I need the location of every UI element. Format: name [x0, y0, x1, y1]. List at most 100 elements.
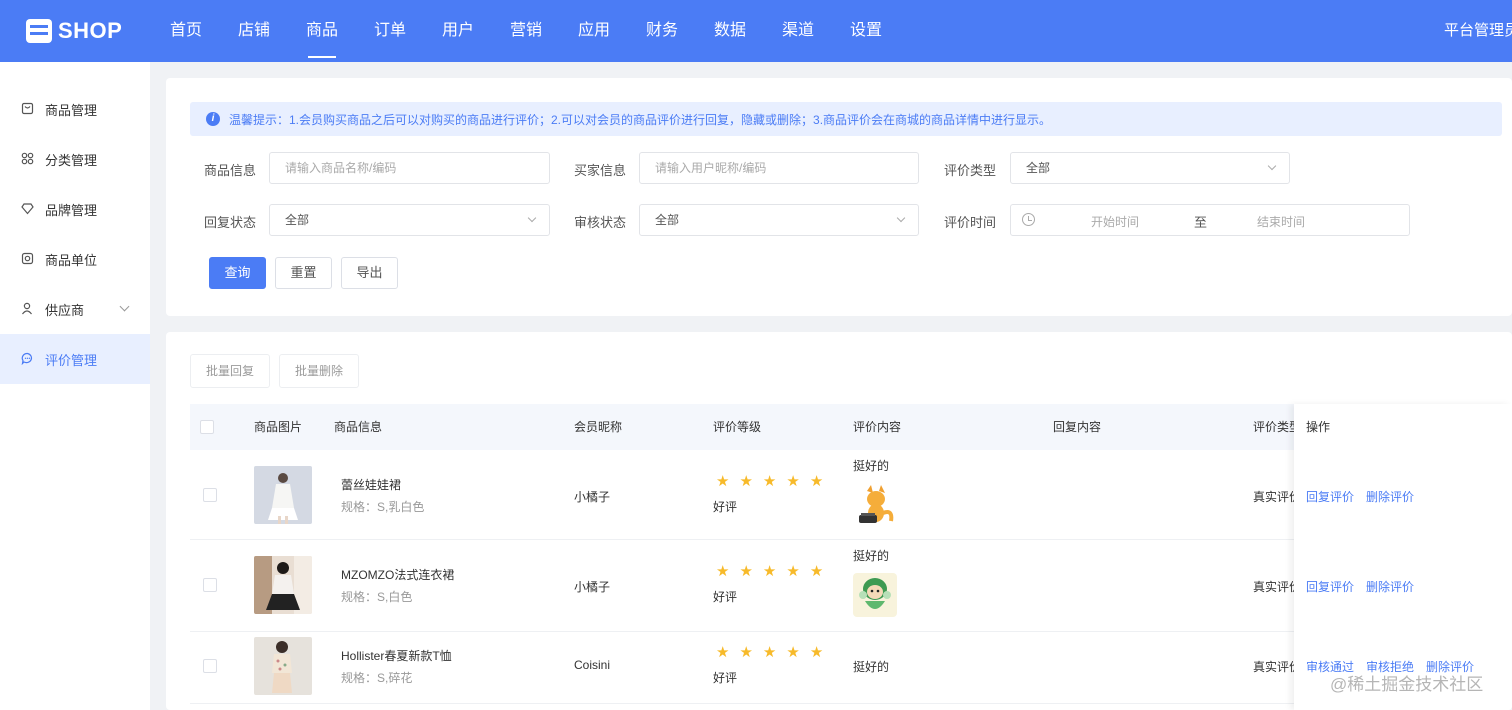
chat-icon	[20, 352, 34, 366]
sidebar-item-label: 品牌管理	[45, 202, 98, 218]
row-checkbox[interactable]	[203, 578, 217, 592]
main-nav: 首页 店铺 商品 订单 用户 营销 应用 财务 数据 渠道 设置	[152, 0, 900, 62]
sidebar-item-units[interactable]: 商品单位	[0, 234, 150, 284]
reply-review-link[interactable]: 回复评价	[1306, 488, 1354, 505]
row-checkbox[interactable]	[203, 659, 217, 673]
chevron-down-icon	[896, 213, 906, 223]
star-icon: ★	[762, 644, 777, 661]
nav-orders[interactable]: 订单	[356, 0, 424, 62]
reset-button[interactable]: 重置	[275, 257, 332, 289]
shop-logo-icon	[26, 19, 52, 43]
member-nickname: Coisini	[574, 658, 611, 672]
delete-review-link[interactable]: 删除评价	[1366, 488, 1414, 505]
operations-column: 操作 回复评价 删除评价 回复评价 删除评价 审核通过 审核拒绝 删除评价	[1294, 404, 1512, 710]
star-icon: ★	[716, 563, 730, 580]
sidebar-item-reviews[interactable]: 评价管理	[0, 334, 150, 384]
sidebar-item-label: 供应商	[45, 302, 85, 318]
review-list-panel: 批量回复 批量删除 商品图片 商品信息 会员昵称 评价等级 评价内容 回复内容 …	[166, 332, 1512, 710]
nav-home[interactable]: 首页	[152, 0, 220, 62]
tip-text: 温馨提示：1.会员购买商品之后可以对购买的商品进行评价；2.可以对会员的商品评价…	[229, 112, 1052, 127]
buyer-info-input[interactable]: 请输入用户昵称/编码	[639, 152, 919, 184]
nav-settings[interactable]: 设置	[832, 0, 900, 62]
product-name: 蕾丝娃娃裙	[341, 478, 402, 492]
review-content: 挺好的	[853, 459, 890, 473]
end-date-input[interactable]: 结束时间	[1257, 213, 1305, 230]
logo[interactable]: SHOP	[26, 17, 122, 45]
reply-status-select[interactable]: 全部	[269, 204, 550, 236]
user-menu[interactable]: 平台管理员	[1444, 0, 1512, 62]
query-button[interactable]: 查询	[209, 257, 266, 289]
box-icon	[20, 252, 34, 266]
top-header: SHOP 首页 店铺 商品 订单 用户 营销 应用 财务 数据 渠道 设置 平台…	[0, 0, 1512, 62]
product-image	[254, 637, 312, 695]
product-info-input[interactable]: 请输入商品名称/编码	[269, 152, 550, 184]
review-grade: 好评	[713, 500, 738, 514]
review-content: 挺好的	[853, 549, 890, 563]
audit-status-select[interactable]: 全部	[639, 204, 919, 236]
sidebar-item-brands[interactable]: 品牌管理	[0, 184, 150, 234]
product-spec: 规格：S,碎花	[341, 671, 413, 685]
bag-icon	[20, 102, 34, 116]
filter-panel: i 温馨提示：1.会员购买商品之后可以对购买的商品进行评价；2.可以对会员的商品…	[166, 78, 1512, 316]
review-sticker-image	[853, 573, 897, 617]
star-icon: ★	[716, 644, 730, 661]
review-grade: 好评	[713, 671, 738, 685]
nav-finance[interactable]: 财务	[628, 0, 696, 62]
star-icon: ★	[739, 644, 753, 661]
nav-products[interactable]: 商品	[288, 0, 356, 62]
watermark: @稀土掘金技术社区	[1330, 675, 1484, 694]
star-icon: ★	[809, 473, 824, 490]
review-type-select[interactable]: 全部	[1010, 152, 1290, 184]
rating-stars: ★ ★ ★ ★ ★	[716, 564, 823, 580]
star-icon: ★	[762, 563, 777, 580]
user-icon	[20, 302, 34, 316]
review-sticker-image	[853, 483, 897, 527]
sidebar-item-products[interactable]: 商品管理	[0, 84, 150, 134]
sidebar-item-label: 商品管理	[45, 102, 98, 118]
sidebar-item-categories[interactable]: 分类管理	[0, 134, 150, 184]
grid-icon	[20, 152, 34, 166]
batch-reply-button[interactable]: 批量回复	[190, 354, 270, 388]
review-type: 真实评价	[1253, 660, 1295, 674]
star-icon: ★	[716, 473, 730, 490]
row-checkbox[interactable]	[203, 488, 217, 502]
sidebar-item-label: 分类管理	[45, 152, 98, 168]
start-date-input[interactable]: 开始时间	[1091, 213, 1139, 230]
logo-text: SHOP	[58, 18, 123, 43]
col-product-image: 商品图片	[254, 420, 303, 434]
review-type-value: 全部	[1026, 161, 1051, 175]
star-icon: ★	[786, 644, 800, 661]
col-review-type: 评价类型	[1253, 420, 1295, 434]
review-time-range[interactable]: 开始时间 至 结束时间	[1010, 204, 1410, 236]
review-type: 真实评价	[1253, 580, 1295, 594]
nav-store[interactable]: 店铺	[220, 0, 288, 62]
review-content: 挺好的	[853, 660, 890, 674]
sidebar-item-suppliers[interactable]: 供应商	[0, 284, 150, 334]
batch-delete-button[interactable]: 批量删除	[279, 354, 359, 388]
nav-data[interactable]: 数据	[696, 0, 764, 62]
nav-channels[interactable]: 渠道	[764, 0, 832, 62]
export-button[interactable]: 导出	[341, 257, 398, 289]
buyer-info-label: 买家信息	[574, 163, 627, 178]
review-type-label: 评价类型	[944, 163, 997, 178]
col-review-content: 评价内容	[853, 420, 902, 434]
tip-banner: i 温馨提示：1.会员购买商品之后可以对购买的商品进行评价；2.可以对会员的商品…	[190, 102, 1502, 136]
col-reply-content: 回复内容	[1053, 420, 1102, 434]
review-time-label: 评价时间	[944, 215, 997, 230]
rating-stars: ★ ★ ★ ★ ★	[716, 474, 823, 490]
nav-apps[interactable]: 应用	[560, 0, 628, 62]
member-nickname: 小橘子	[574, 580, 611, 594]
member-nickname: 小橘子	[574, 490, 611, 504]
delete-review-link[interactable]: 删除评价	[1366, 578, 1414, 595]
select-all-checkbox[interactable]	[200, 420, 214, 434]
star-icon: ★	[739, 563, 753, 580]
reply-status-value: 全部	[285, 213, 310, 227]
reply-review-link[interactable]: 回复评价	[1306, 578, 1354, 595]
date-separator: 至	[1194, 215, 1208, 230]
product-name: MZOMZO法式连衣裙	[341, 568, 455, 582]
reply-status-label: 回复状态	[204, 215, 257, 230]
product-image	[254, 466, 312, 524]
nav-users[interactable]: 用户	[424, 0, 492, 62]
info-icon: i	[206, 112, 220, 126]
nav-marketing[interactable]: 营销	[492, 0, 560, 62]
